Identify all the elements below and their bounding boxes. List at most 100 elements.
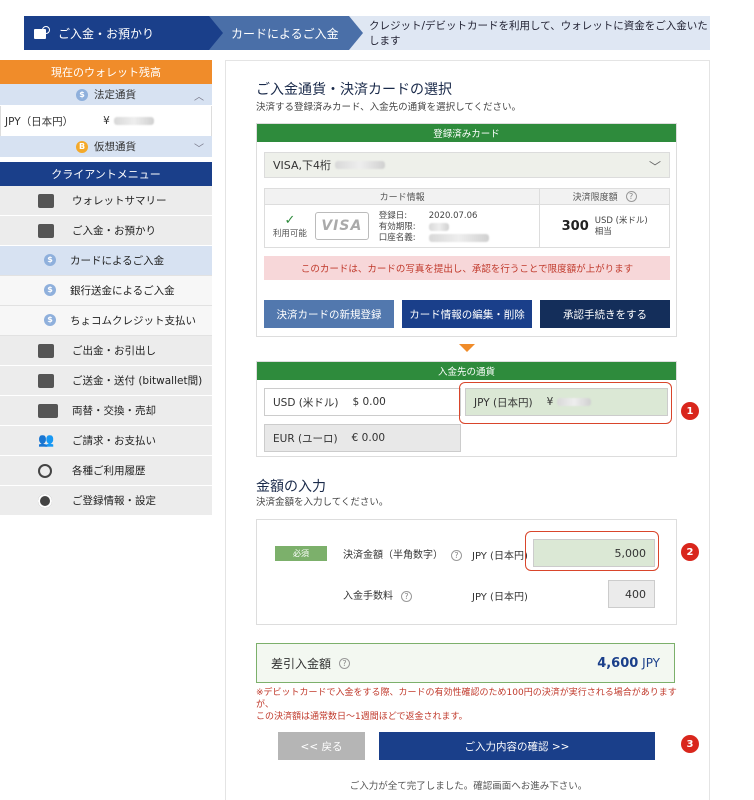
limit-amount: 300 xyxy=(561,219,589,234)
crypto-label: 仮想通貨 xyxy=(94,141,136,153)
sidebar-item-settings[interactable]: ご登録情報・設定 xyxy=(0,486,212,516)
card-info-header: カード情報 xyxy=(379,193,425,203)
crypto-currency-toggle[interactable]: B 仮想通貨 ﹀ xyxy=(0,136,212,158)
sidebar-item-billing[interactable]: 👥 ご請求・お支払い xyxy=(0,426,212,456)
chevron-down-icon: ﹀ xyxy=(194,144,204,155)
holder-redacted xyxy=(428,233,489,242)
fee-field: 400 xyxy=(608,580,655,608)
card-row: ✓ 利用可能 VISA 登録日: 2020.07.06 有効期限: 口座名義: 3… xyxy=(265,205,669,248)
highlight-amount xyxy=(525,531,659,571)
sidebar-item-checom-credit[interactable]: $ ちょコムクレジット支払い xyxy=(0,306,212,336)
exchange-icon xyxy=(38,404,58,418)
registered-card-box: 登録済みカード VISA,下4桁 ﹀ カード情報 決済限度額 ? ✓ 利用可能 … xyxy=(256,123,677,337)
step-marker-2: 2 xyxy=(681,543,699,561)
back-button[interactable]: << 戻る xyxy=(278,732,365,760)
breadcrumb: ご入金・お預かり カードによるご入金 クレジット/デビットカードを利用して、ウォ… xyxy=(24,16,710,50)
confirm-button[interactable]: ご入力内容の確認 >> xyxy=(379,732,655,760)
breadcrumb-arrow xyxy=(209,16,223,50)
sidebar-item-label: ご登録情報・設定 xyxy=(72,495,156,507)
sidebar-item-label: ご送金・送付 (bitwallet間) xyxy=(72,375,203,387)
dollar-coin-icon: $ xyxy=(44,254,56,266)
limit-suffix: 相当 xyxy=(594,226,612,237)
approve-button[interactable]: 承認手続きをする xyxy=(540,300,670,328)
balance-symbol: ¥ xyxy=(103,115,110,127)
dollar-coin-icon: $ xyxy=(76,88,88,101)
card-select[interactable]: VISA,下4桁 ﹀ xyxy=(264,152,670,178)
bitcoin-coin-icon: B xyxy=(76,140,88,153)
sidebar-item-withdrawal[interactable]: ご出金・お引出し xyxy=(0,336,212,366)
dollar-coin-icon: $ xyxy=(44,284,56,296)
amount-section-description: 決済金額を入力してください。 xyxy=(256,497,389,508)
sidebar-item-label: 銀行送金によるご入金 xyxy=(70,285,175,297)
limit-header: 決済限度額 xyxy=(572,193,618,203)
sidebar-item-label: ウォレットサマリー xyxy=(72,195,167,207)
sidebar-item-deposit[interactable]: ご入金・お預かり xyxy=(0,216,212,246)
transfer-icon xyxy=(38,374,54,388)
card-table-header: カード情報 決済限度額 ? xyxy=(265,189,669,205)
holder-label: 口座名義: xyxy=(378,233,416,243)
breadcrumb-description: クレジット/デビットカードを利用して、ウォレットに資金をご入金いたします xyxy=(369,20,708,47)
amount-section-title: 金額の入力 xyxy=(256,479,326,495)
net-unit: JPY xyxy=(642,655,660,670)
completion-message: ご入力が全て完了しました。確認画面へお進み下さい。 xyxy=(349,781,588,792)
currency-option-eur[interactable]: EUR (ユーロ) € 0.00 xyxy=(264,424,461,452)
step-marker-3: 3 xyxy=(681,735,699,753)
wallet-icon xyxy=(38,194,54,208)
sidebar-item-wallet-summary[interactable]: ウォレットサマリー xyxy=(0,186,212,216)
selected-card: VISA,下4桁 xyxy=(273,159,331,172)
sidebar-item-label: ちょコムクレジット支払い xyxy=(70,315,196,327)
amount-currency: JPY (日本円) xyxy=(472,551,528,562)
main-panel: ご入金通貨・決済カードの選択 決済する登録済みカード、入金先の通貨を選択してくだ… xyxy=(225,60,710,800)
limit-currency: USD (米ドル) xyxy=(594,215,648,226)
step-marker-1: 1 xyxy=(681,402,699,420)
currency-option-usd[interactable]: USD (米ドル) $ 0.00 xyxy=(264,388,461,416)
card-details: 登録日: 2020.07.06 有効期限: 口座名義: xyxy=(369,205,540,248)
eur-amount: € 0.00 xyxy=(351,432,386,444)
help-icon[interactable]: ? xyxy=(451,550,462,561)
sidebar-item-label: 各種ご利用履歴 xyxy=(72,465,146,477)
sidebar-item-bank-deposit[interactable]: $ 銀行送金によるご入金 xyxy=(0,276,212,306)
client-menu-title: クライアントメニュー xyxy=(0,162,212,186)
expiry-label: 有効期限: xyxy=(378,222,416,232)
dollar-coin-icon: $ xyxy=(44,314,56,326)
sidebar-item-label: ご請求・お支払い xyxy=(72,435,156,447)
usd-label: USD (米ドル) xyxy=(273,396,339,409)
register-card-button[interactable]: 決済カードの新規登録 xyxy=(264,300,394,328)
sidebar-item-card-deposit[interactable]: $ カードによるご入金 xyxy=(0,246,212,276)
amount-label-wrap: 決済金額（半角数字）? xyxy=(343,546,462,561)
highlight-jpy xyxy=(459,382,672,424)
limit-notice: このカードは、カードの写真を提出し、承認を行うことで限度額が上がります xyxy=(264,256,670,280)
edit-card-button[interactable]: カード情報の編集・削除 xyxy=(402,300,532,328)
amount-label: 決済金額（半角数字） xyxy=(343,550,443,561)
sidebar-item-label: カードによるご入金 xyxy=(70,255,165,267)
net-deposit-box: 差引入金額? 4,600 JPY xyxy=(256,643,675,683)
sidebar-item-label: ご入金・お預かり xyxy=(72,225,156,237)
limit-header-cell: 決済限度額 ? xyxy=(539,189,669,204)
reg-date-label: 登録日: xyxy=(378,211,408,221)
fiat-label: 法定通貨 xyxy=(94,89,136,101)
sidebar-item-transfer[interactable]: ご送金・送付 (bitwallet間) xyxy=(0,366,212,396)
sidebar-item-exchange[interactable]: 両替・交換・売却 xyxy=(0,396,212,426)
net-label: 差引入金額 xyxy=(271,656,332,671)
deposit-icon xyxy=(38,224,54,238)
card-info-table: カード情報 決済限度額 ? ✓ 利用可能 VISA 登録日: 2020.07.06… xyxy=(264,188,670,248)
chevron-up-icon: ︿ xyxy=(194,92,204,103)
breadcrumb-step-deposit[interactable]: ご入金・お預かり xyxy=(24,16,209,50)
help-icon[interactable]: ? xyxy=(339,657,351,669)
fee-label-wrap: 入金手数料? xyxy=(343,587,412,602)
help-icon[interactable]: ? xyxy=(625,191,637,202)
net-value: 4,600 xyxy=(597,655,639,671)
card-digits-redacted xyxy=(334,161,385,169)
breadcrumb-arrow xyxy=(349,16,363,50)
sidebar-item-history[interactable]: 各種ご利用履歴 xyxy=(0,456,212,486)
sidebar-item-label: 両替・交換・売却 xyxy=(72,405,156,417)
warning-line-1: ※デビットカードで入金をする際、カードの有効性確認のため100円の決済が実行され… xyxy=(256,688,677,710)
fiat-currency-toggle[interactable]: $ 法定通貨 ︿ xyxy=(0,84,212,106)
breadcrumb-step1-label: ご入金・お預かり xyxy=(58,26,155,41)
fee-currency: JPY (日本円) xyxy=(472,592,528,603)
gear-icon xyxy=(38,494,52,508)
check-icon: ✓ xyxy=(284,212,296,228)
warning-line-2: この決済額は通常数日〜1週間ほどで返金されます。 xyxy=(256,712,468,722)
help-icon[interactable]: ? xyxy=(401,591,412,602)
balance-amount-redacted xyxy=(113,117,154,125)
